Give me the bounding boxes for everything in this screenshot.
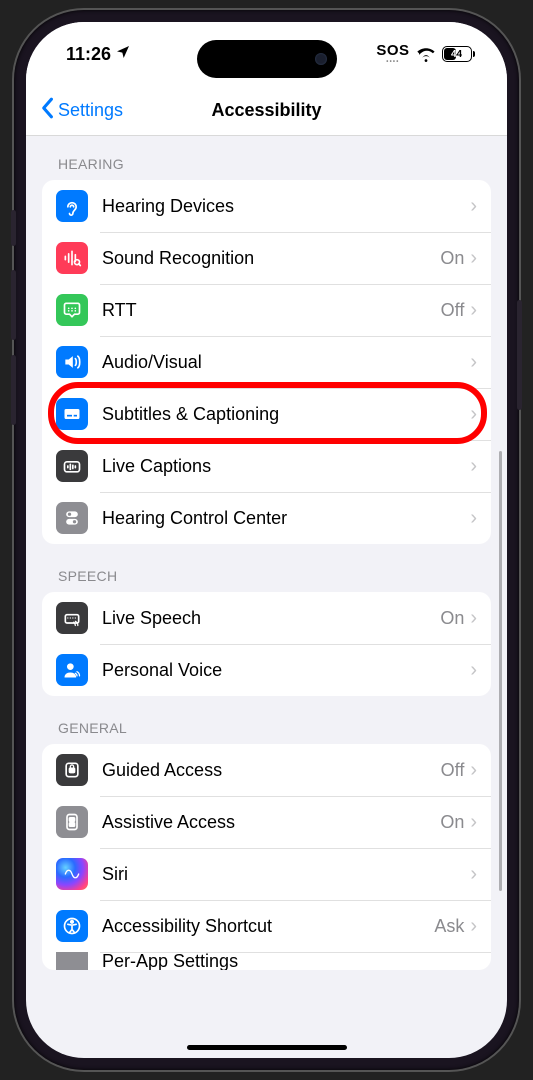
back-label: Settings [58,100,123,121]
row-value: On [440,248,464,269]
chevron-right-icon: › [470,403,477,426]
per-app-settings-icon [56,952,88,970]
chevron-right-icon: › [470,507,477,530]
settings-content[interactable]: HEARING Hearing Devices › Sound Recognit… [26,136,507,1058]
chevron-right-icon: › [470,195,477,218]
chevron-right-icon: › [470,659,477,682]
location-icon [115,44,131,65]
status-time: 11:26 [66,44,111,65]
row-sound-recognition[interactable]: Sound Recognition On › [42,232,491,284]
row-label: Live Captions [102,456,470,477]
subtitles-icon [56,398,88,430]
chevron-left-icon [40,97,54,124]
accessibility-shortcut-icon [56,910,88,942]
row-label: Siri [102,864,470,885]
chevron-right-icon: › [470,915,477,938]
row-label: Assistive Access [102,812,440,833]
guided-access-icon [56,754,88,786]
row-value: On [440,608,464,629]
live-captions-icon [56,450,88,482]
section-header-hearing: HEARING [26,136,507,180]
row-label: Hearing Control Center [102,508,470,529]
row-value: Ask [434,916,464,937]
phone-frame: 11:26 SOS •••• 44 [14,10,519,1070]
section-header-speech: SPEECH [26,544,507,592]
row-value: Off [441,300,465,321]
group-general: Guided Access Off › Assistive Access On … [42,744,491,970]
row-audio-visual[interactable]: Audio/Visual › [42,336,491,388]
wifi-icon [416,47,436,62]
dynamic-island [197,40,337,78]
chevron-right-icon: › [470,759,477,782]
row-live-captions[interactable]: Live Captions › [42,440,491,492]
personal-voice-icon [56,654,88,686]
home-indicator[interactable] [187,1045,347,1050]
row-label: Personal Voice [102,660,470,681]
row-label: Per-App Settings [102,952,477,970]
battery-indicator: 44 [442,46,476,62]
back-button[interactable]: Settings [26,97,123,124]
chevron-right-icon: › [470,811,477,834]
group-speech: Live Speech On › Personal Voice › [42,592,491,696]
row-personal-voice[interactable]: Personal Voice › [42,644,491,696]
volume-button [11,210,16,246]
row-label: Subtitles & Captioning [102,404,470,425]
nav-bar: Settings Accessibility [26,86,507,136]
row-label: RTT [102,300,441,321]
chevron-right-icon: › [470,455,477,478]
chevron-right-icon: › [470,863,477,886]
rtt-icon [56,294,88,326]
row-assistive-access[interactable]: Assistive Access On › [42,796,491,848]
group-hearing: Hearing Devices › Sound Recognition On ›… [42,180,491,544]
row-siri[interactable]: Siri › [42,848,491,900]
section-header-general: GENERAL [26,696,507,744]
row-accessibility-shortcut[interactable]: Accessibility Shortcut Ask › [42,900,491,952]
row-guided-access[interactable]: Guided Access Off › [42,744,491,796]
chevron-right-icon: › [470,299,477,322]
chevron-right-icon: › [470,351,477,374]
chevron-right-icon: › [470,247,477,270]
row-value: Off [441,760,465,781]
hearing-control-center-icon [56,502,88,534]
row-per-app-settings[interactable]: Per-App Settings [42,952,491,970]
sound-recognition-icon [56,242,88,274]
row-rtt[interactable]: RTT Off › [42,284,491,336]
scroll-indicator[interactable] [499,451,502,891]
row-label: Hearing Devices [102,196,470,217]
row-live-speech[interactable]: Live Speech On › [42,592,491,644]
power-button [517,300,522,410]
row-hearing-control-center[interactable]: Hearing Control Center › [42,492,491,544]
row-subtitles[interactable]: Subtitles & Captioning › [42,388,491,440]
volume-button [11,270,16,340]
row-label: Guided Access [102,760,441,781]
live-speech-icon [56,602,88,634]
sos-indicator: SOS •••• [376,43,409,65]
row-value: On [440,812,464,833]
row-label: Accessibility Shortcut [102,916,434,937]
volume-button [11,355,16,425]
assistive-access-icon [56,806,88,838]
siri-icon [56,858,88,890]
audio-visual-icon [56,346,88,378]
row-hearing-devices[interactable]: Hearing Devices › [42,180,491,232]
row-label: Live Speech [102,608,440,629]
chevron-right-icon: › [470,607,477,630]
row-label: Sound Recognition [102,248,440,269]
row-label: Audio/Visual [102,352,470,373]
hearing-devices-icon [56,190,88,222]
screen: 11:26 SOS •••• 44 [26,22,507,1058]
